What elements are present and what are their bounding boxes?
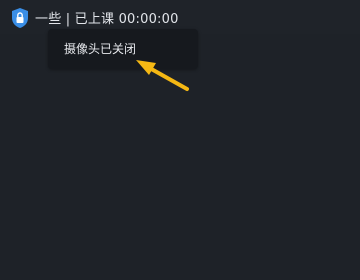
class-status-text: 一些 | 已上课 00:00:00 [35,12,179,27]
shield-lock-icon[interactable] [10,7,30,29]
arrow-pointer-icon [120,50,200,100]
